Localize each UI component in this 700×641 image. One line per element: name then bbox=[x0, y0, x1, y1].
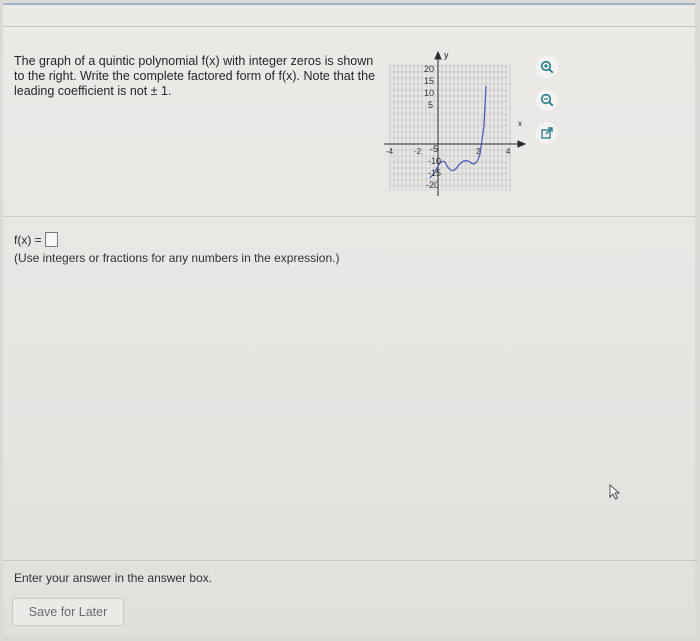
y-tick-label: 10 bbox=[424, 88, 434, 98]
x-tick-label: 2 bbox=[476, 147, 481, 156]
y-tick-label: 15 bbox=[424, 76, 434, 86]
answer-row: f(x) = bbox=[14, 232, 58, 247]
y-tick-label: -5 bbox=[430, 144, 438, 154]
y-axis-label: y bbox=[444, 50, 449, 60]
zoom-in-button[interactable] bbox=[536, 56, 558, 78]
footer-instruction: Enter your answer in the answer box. bbox=[14, 571, 213, 585]
pop-out-button[interactable] bbox=[536, 122, 558, 144]
graph-axes bbox=[384, 50, 527, 196]
y-tick-label: -10 bbox=[428, 156, 441, 166]
function-graph[interactable]: y x 20 15 10 5 -5 -10 -15 -20 -4 -2 2 4 bbox=[380, 46, 530, 216]
y-tick-label: 20 bbox=[424, 64, 434, 74]
zoom-out-icon bbox=[540, 93, 554, 107]
answer-input[interactable] bbox=[44, 232, 58, 247]
graph-grid bbox=[389, 64, 511, 191]
answer-label: f(x) = bbox=[14, 232, 42, 247]
y-tick-label: -20 bbox=[426, 180, 439, 190]
zoom-out-button[interactable] bbox=[536, 89, 558, 111]
y-tick-label: 5 bbox=[428, 100, 433, 110]
section-divider bbox=[3, 216, 697, 217]
mouse-cursor-icon bbox=[609, 484, 621, 500]
save-for-later-button[interactable]: Save for Later bbox=[12, 598, 124, 626]
footer-divider bbox=[3, 560, 697, 561]
pop-out-icon bbox=[541, 127, 553, 139]
x-tick-label: -4 bbox=[386, 147, 394, 156]
zoom-in-icon bbox=[540, 60, 554, 74]
y-tick-label: -15 bbox=[428, 168, 441, 178]
question-text: The graph of a quintic polynomial f(x) w… bbox=[14, 54, 376, 98]
x-tick-label: -2 bbox=[414, 147, 422, 156]
x-tick-labels: -4 -2 2 4 bbox=[386, 147, 511, 156]
answer-hint: (Use integers or fractions for any numbe… bbox=[14, 251, 340, 265]
x-tick-label: 4 bbox=[506, 147, 511, 156]
top-divider bbox=[3, 26, 697, 27]
x-axis-label: x bbox=[518, 119, 522, 128]
